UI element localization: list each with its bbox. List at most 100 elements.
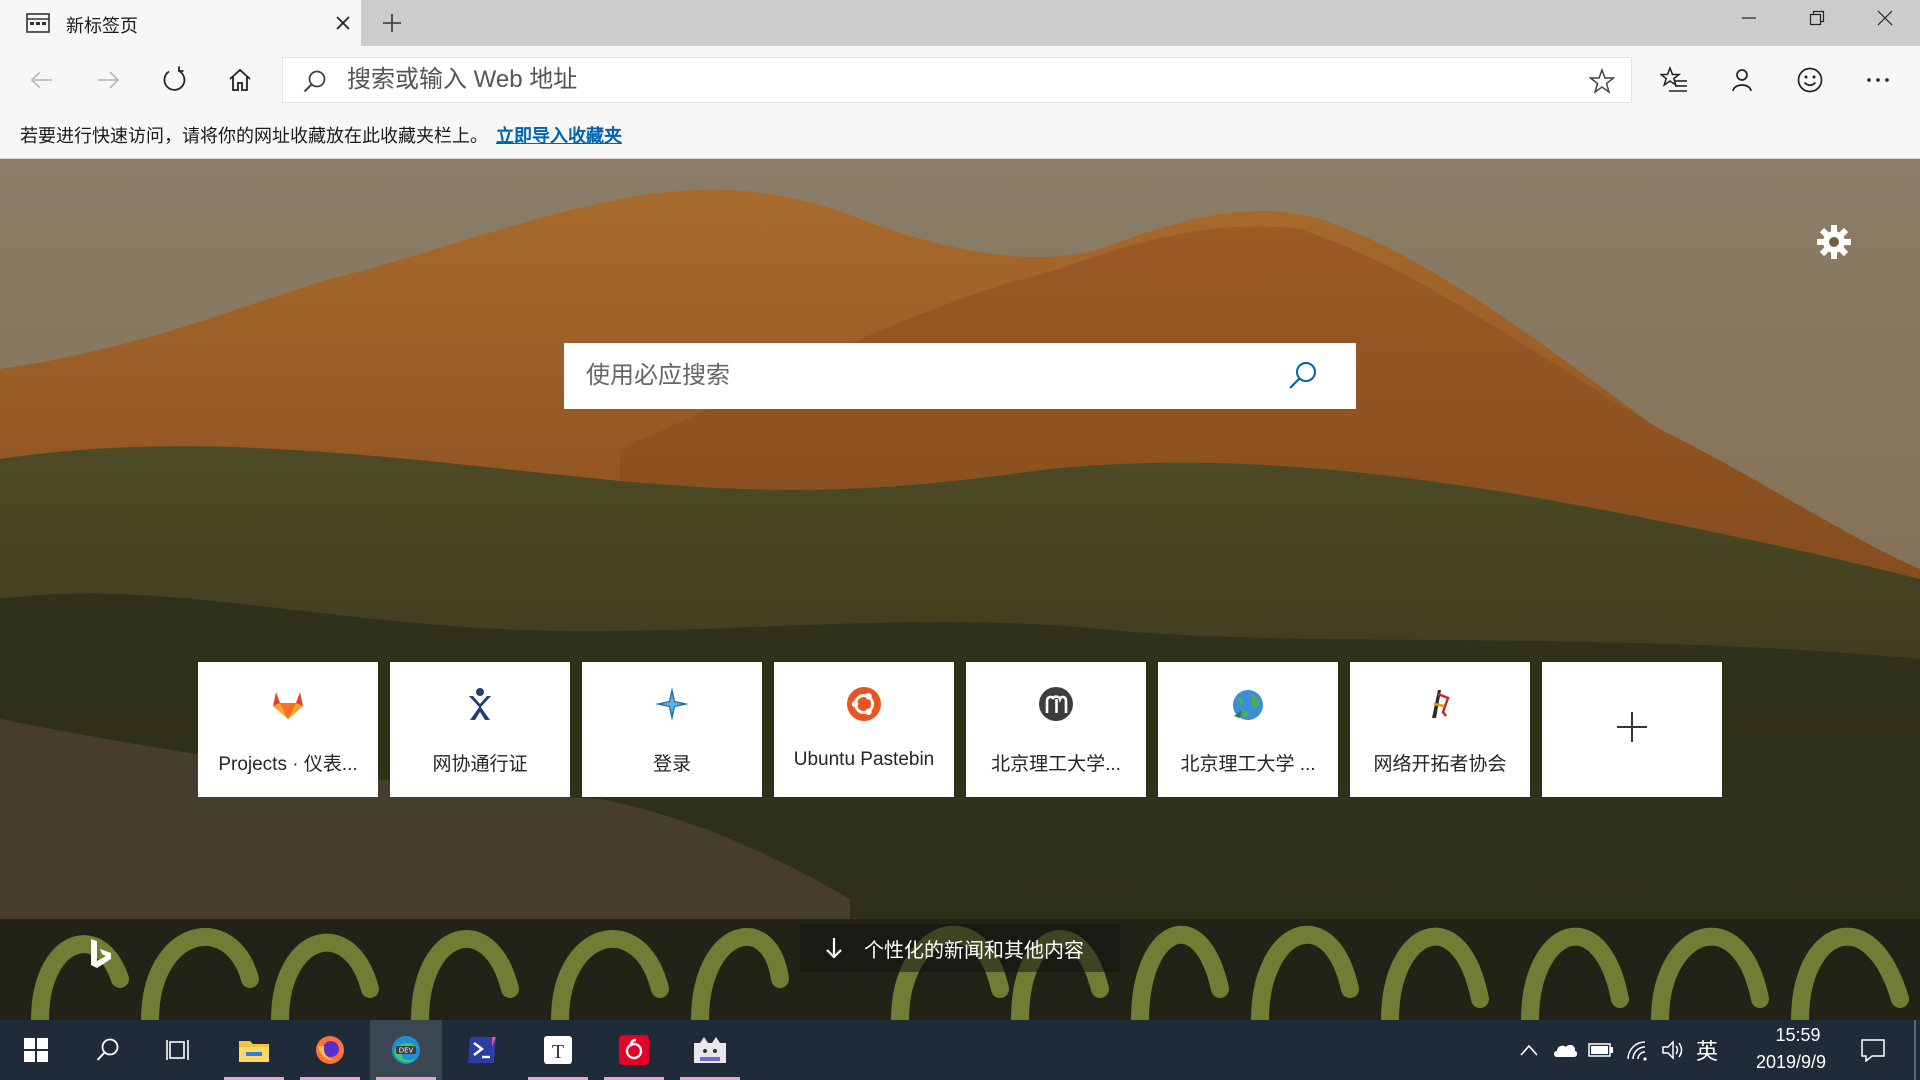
taskbar-app-edge-dev[interactable]: DEV: [370, 1020, 442, 1080]
taskbar-app-terminal[interactable]: [446, 1020, 518, 1080]
terminal-icon: [468, 1037, 496, 1063]
top-site-label: 北京理工大学 ...: [1180, 754, 1316, 775]
top-site-tile[interactable]: Ubuntu Pastebin: [774, 662, 954, 797]
volume-tray[interactable]: [1660, 1038, 1686, 1062]
search-icon[interactable]: [1286, 359, 1320, 393]
restore-button[interactable]: [1784, 0, 1850, 36]
favorites-message: 若要进行快速访问，请将你的网址收藏放在此收藏夹栏上。: [20, 126, 488, 146]
more-icon: [1867, 78, 1889, 82]
firefox-icon: [316, 1036, 344, 1064]
gear-icon[interactable]: [1814, 222, 1854, 262]
network-tray[interactable]: [1624, 1038, 1650, 1062]
ubuntu-icon: [847, 687, 881, 721]
feedback-button[interactable]: [1790, 60, 1830, 100]
profile-button[interactable]: [1722, 60, 1762, 100]
navigation-toolbar: [0, 46, 1920, 112]
windows-taskbar: DEV T 英 15:59 2019/9/9: [0, 1020, 1920, 1080]
chevron-up-icon: [1520, 1044, 1538, 1056]
newtab-page-icon: [26, 13, 50, 33]
moodle-icon: [1039, 687, 1073, 721]
search-icon: [96, 1038, 119, 1061]
top-site-label: 登录: [652, 754, 691, 775]
clock-time[interactable]: 15:59: [1758, 1025, 1838, 1046]
plus-icon: [1617, 712, 1647, 742]
minimize-button[interactable]: [1716, 0, 1782, 36]
active-tab[interactable]: 新标签页: [0, 0, 361, 46]
more-button[interactable]: [1858, 60, 1898, 100]
globe-icon: [1233, 690, 1263, 720]
action-center-icon: [1861, 1039, 1885, 1062]
top-site-tile[interactable]: 北京理工大学 ...: [1158, 662, 1338, 797]
top-site-tile[interactable]: Projects · 仪表...: [198, 662, 378, 797]
favorite-star-icon[interactable]: [1589, 68, 1615, 94]
new-tab-button[interactable]: [380, 11, 404, 35]
clock-date[interactable]: 2019/9/9: [1736, 1052, 1846, 1073]
background-image: [0, 159, 1920, 1020]
input-method-indicator[interactable]: 英: [1696, 1034, 1718, 1066]
top-site-tile[interactable]: 登录: [582, 662, 762, 797]
netease-music-icon: [619, 1035, 649, 1065]
minimize-icon: [1742, 17, 1756, 19]
taskbar-search-button[interactable]: [72, 1020, 144, 1080]
refresh-button[interactable]: [154, 60, 194, 100]
battery-tray[interactable]: [1588, 1038, 1614, 1062]
cat-app-icon: [694, 1037, 726, 1063]
onedrive-icon: [1554, 1044, 1578, 1057]
add-site-tile[interactable]: [1542, 662, 1722, 797]
top-site-label: 网协通行证: [432, 754, 528, 775]
close-icon: [1877, 10, 1893, 26]
file-explorer-icon: [239, 1041, 269, 1062]
start-button[interactable]: [0, 1020, 72, 1080]
close-window-button[interactable]: [1852, 0, 1918, 36]
netassoc-passport-icon: [469, 688, 491, 720]
close-tab-icon[interactable]: [334, 14, 352, 32]
windows-start-icon: [24, 1038, 48, 1062]
restore-icon: [1809, 10, 1825, 26]
home-button[interactable]: [220, 60, 260, 100]
feedback-smiley-icon: [1797, 67, 1823, 93]
bing-search-input[interactable]: [586, 343, 1266, 409]
news-button-label: 个性化的新闻和其他内容: [864, 939, 1084, 962]
compass-star-icon: [655, 687, 689, 721]
top-site-label: Ubuntu Pastebin: [793, 749, 935, 770]
taskbar-app-firefox[interactable]: [294, 1020, 366, 1080]
forward-button[interactable]: [88, 60, 128, 100]
show-hidden-icons-button[interactable]: [1516, 1038, 1542, 1062]
search-icon: [303, 70, 326, 93]
back-button[interactable]: [22, 60, 62, 100]
wifi-icon: [1627, 1041, 1647, 1061]
address-input[interactable]: [347, 58, 1527, 102]
favorites-prompt-bar: 若要进行快速访问，请将你的网址收藏放在此收藏夹栏上。 立即导入收藏夹: [0, 112, 1920, 159]
favorites-list-icon: [1660, 66, 1687, 92]
back-arrow-icon: [30, 71, 52, 89]
bing-logo-icon[interactable]: [88, 937, 114, 971]
arrow-down-icon: [826, 938, 842, 959]
top-site-label: 北京理工大学...: [991, 754, 1121, 775]
bing-search-box[interactable]: [564, 343, 1356, 409]
top-site-tile[interactable]: 北京理工大学...: [966, 662, 1146, 797]
profile-icon: [1732, 69, 1752, 92]
svg-text:T: T: [552, 1041, 564, 1063]
favorites-hub-button[interactable]: [1654, 60, 1694, 100]
forward-arrow-icon: [98, 71, 120, 89]
show-desktop-button[interactable]: [1914, 1020, 1916, 1080]
import-favorites-link[interactable]: 立即导入收藏夹: [496, 122, 622, 148]
top-site-tile[interactable]: 网协通行证: [390, 662, 570, 797]
taskbar-app-cat[interactable]: [674, 1020, 746, 1080]
action-center-button[interactable]: [1858, 1036, 1888, 1064]
address-bar[interactable]: [282, 57, 1632, 103]
taskbar-app-netease-music[interactable]: [598, 1020, 670, 1080]
top-site-tile[interactable]: 网络开拓者协会: [1350, 662, 1530, 797]
battery-icon: [1588, 1043, 1613, 1057]
top-site-label: 网络开拓者协会: [1373, 754, 1507, 775]
gitlab-icon: [273, 692, 303, 719]
task-view-button[interactable]: [144, 1020, 216, 1080]
personalized-news-button[interactable]: 个性化的新闻和其他内容: [800, 924, 1120, 972]
svg-text:DEV: DEV: [399, 1047, 414, 1055]
taskbar-app-typora[interactable]: T: [522, 1020, 594, 1080]
task-view-icon: [166, 1040, 189, 1060]
refresh-icon: [163, 66, 186, 91]
onedrive-tray[interactable]: [1552, 1038, 1578, 1062]
taskbar-app-file-explorer[interactable]: [218, 1020, 290, 1080]
top-site-label: Projects · 仪表...: [218, 754, 358, 775]
